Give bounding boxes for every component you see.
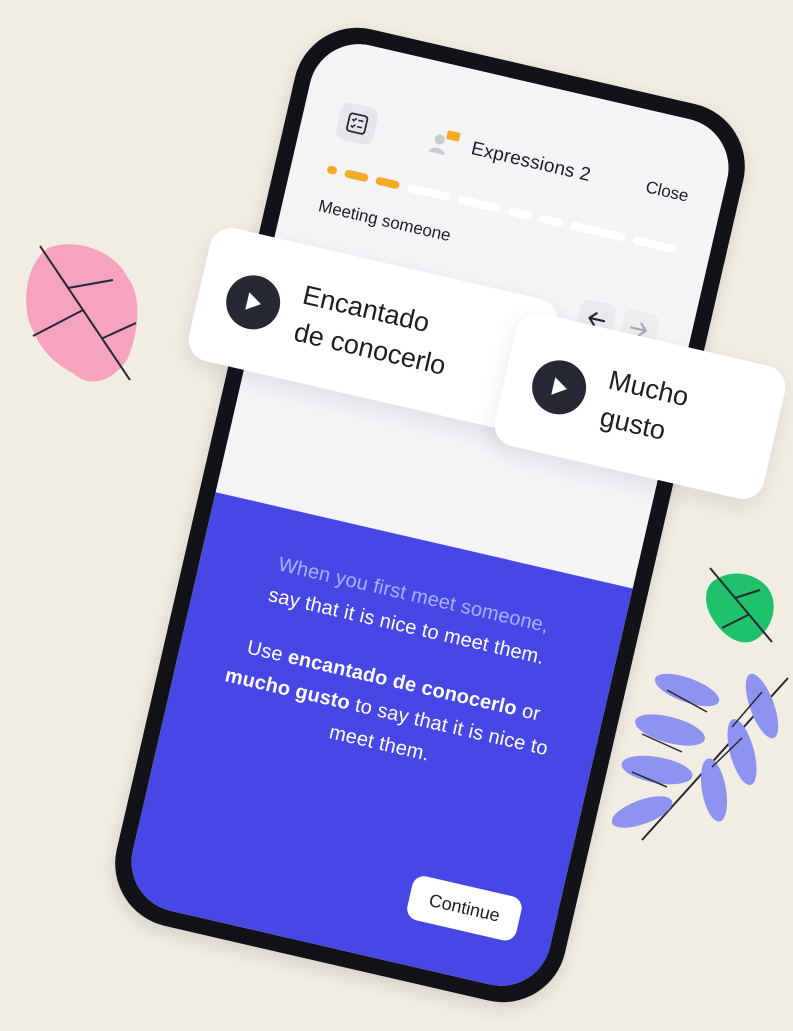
- progress-segment: [538, 214, 564, 228]
- play-audio-button[interactable]: [220, 269, 286, 335]
- play-icon: [551, 377, 567, 395]
- explanation-text-part: or: [514, 698, 543, 726]
- explanation-text: When you first meet someone, say that it…: [203, 541, 585, 821]
- checklist-icon: [346, 112, 369, 135]
- progress-segment: [456, 195, 502, 213]
- lesson-header: Expressions 2: [427, 126, 593, 190]
- continue-button[interactable]: Continue: [404, 873, 525, 943]
- progress-segment: [507, 206, 533, 221]
- lesson-title: Expressions 2: [469, 138, 593, 187]
- phrase-text: Encantado de conocerlo: [290, 276, 458, 385]
- phrase-line: gusto: [597, 401, 669, 446]
- play-audio-button[interactable]: [526, 354, 592, 420]
- progress-segment: [343, 169, 370, 183]
- phone-screen: Expressions 2 Close Meeting someone When…: [121, 34, 739, 996]
- phrase-text: Mucho gusto: [596, 361, 692, 453]
- conversation-icon: [428, 130, 461, 156]
- progress-segment: [632, 235, 677, 254]
- phone-frame: Expressions 2 Close Meeting someone When…: [102, 15, 758, 1015]
- task-list-button[interactable]: [334, 100, 380, 147]
- progress-segment: [326, 165, 338, 176]
- play-icon: [245, 292, 261, 310]
- close-button[interactable]: Close: [644, 177, 691, 206]
- pink-leaf-icon: [26, 244, 138, 382]
- green-leaf-icon: [706, 567, 774, 643]
- progress-segment: [569, 221, 627, 242]
- progress-segment: [375, 176, 401, 190]
- blue-branch-icon: [612, 673, 789, 841]
- section-title: Meeting someone: [316, 196, 453, 246]
- progress-segment: [406, 183, 451, 202]
- explanation-text-part: Use: [244, 636, 291, 668]
